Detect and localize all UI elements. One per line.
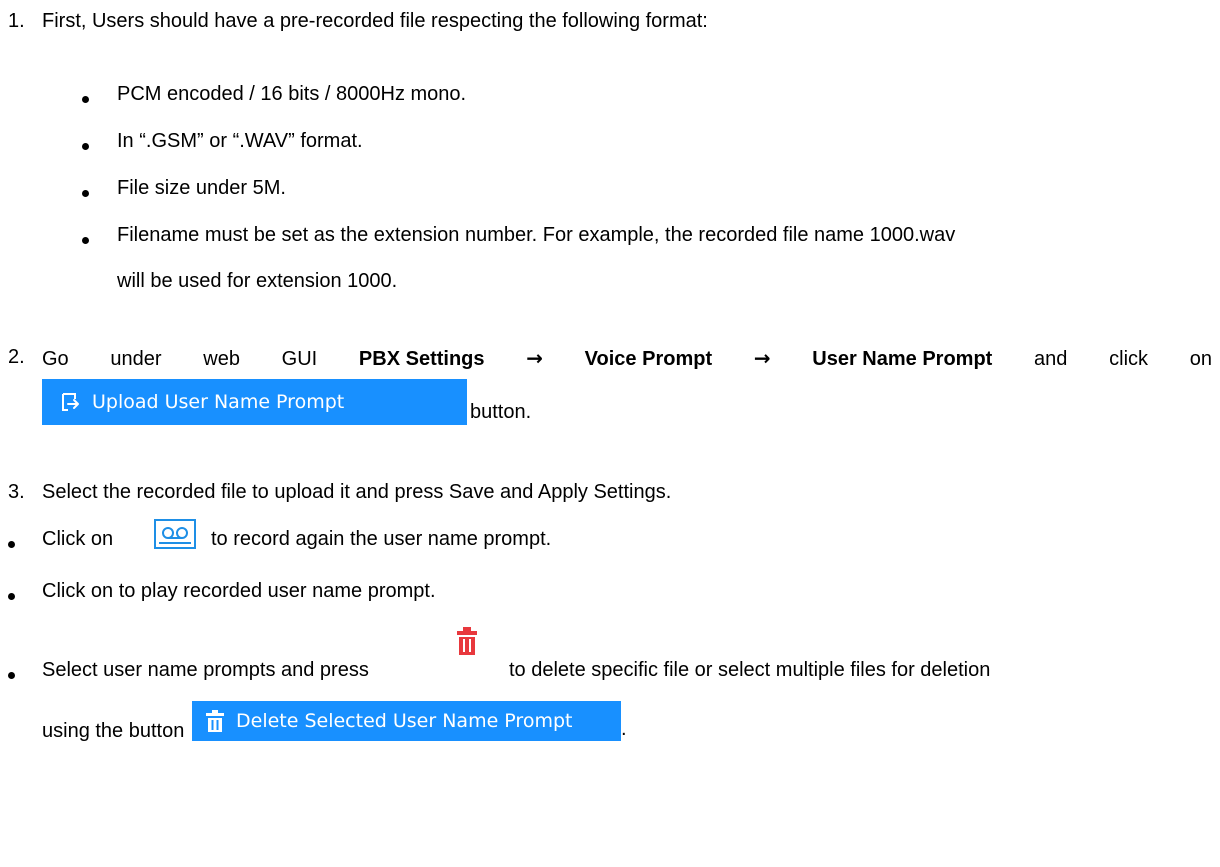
format-item-filename: Filename must be set as the extension nu… (117, 224, 956, 246)
arrow-icon: → (526, 346, 543, 370)
step-2-word: click (1109, 348, 1149, 370)
upload-icon (62, 393, 79, 411)
menu-path-pbx-settings: PBX Settings (358, 348, 485, 370)
step-2-number: 2. (8, 346, 25, 368)
format-item-pcm: PCM encoded / 16 bits / 8000Hz mono. (117, 83, 467, 105)
step-3-text: Select the recorded file to upload it an… (42, 481, 672, 503)
arrow-icon: → (753, 346, 771, 370)
delete-button-label: Delete Selected User Name Prompt (236, 710, 573, 732)
step-1-text: First, Users should have a pre-recorded … (42, 10, 708, 32)
bullet-dot (82, 190, 89, 197)
menu-path-user-name-prompt: User Name Prompt (812, 348, 993, 370)
step-2-button-suffix: button. (470, 401, 532, 423)
upload-user-name-prompt-button[interactable]: Upload User Name Prompt (42, 379, 467, 425)
delete-bullet-suffix: to delete specific file or select multip… (509, 659, 991, 681)
bullet-dot (82, 237, 89, 244)
step-2-word: Go (42, 348, 69, 370)
trash-icon[interactable] (456, 626, 478, 656)
step-2-word: on (1189, 348, 1212, 370)
step-2-line: Go under web GUI PBX Settings → Voice Pr… (42, 346, 1212, 371)
bullet-dot (8, 672, 15, 679)
record-bullet-suffix: to record again the user name prompt. (211, 528, 552, 550)
upload-button-label: Upload User Name Prompt (92, 391, 345, 413)
record-icon[interactable] (154, 519, 196, 549)
step-2-word: under (110, 348, 162, 370)
bullet-dot (82, 96, 89, 103)
delete-bullet-end: . (621, 718, 627, 740)
delete-bullet-line-2: using the button (42, 720, 185, 742)
trash-icon (206, 710, 224, 732)
delete-bullet-prefix: Select user name prompts and press (42, 659, 369, 681)
step-2-word: GUI (281, 348, 318, 370)
menu-path-voice-prompt: Voice Prompt (584, 348, 713, 370)
delete-selected-user-name-prompt-button[interactable]: Delete Selected User Name Prompt (192, 701, 621, 741)
step-3-number: 3. (8, 481, 25, 503)
step-2-word: and (1034, 348, 1068, 370)
step-2-word: web (203, 348, 240, 370)
record-bullet-prefix: Click on (42, 528, 114, 550)
bullet-dot (8, 593, 15, 600)
step-1-number: 1. (8, 10, 25, 32)
format-item-filename-continued: will be used for extension 1000. (117, 270, 398, 292)
play-bullet-text: Click on to play recorded user name prom… (42, 580, 436, 602)
format-item-size: File size under 5M. (117, 177, 286, 199)
format-item-extension: In “.GSM” or “.WAV” format. (117, 130, 363, 152)
bullet-dot (8, 541, 15, 548)
bullet-dot (82, 143, 89, 150)
